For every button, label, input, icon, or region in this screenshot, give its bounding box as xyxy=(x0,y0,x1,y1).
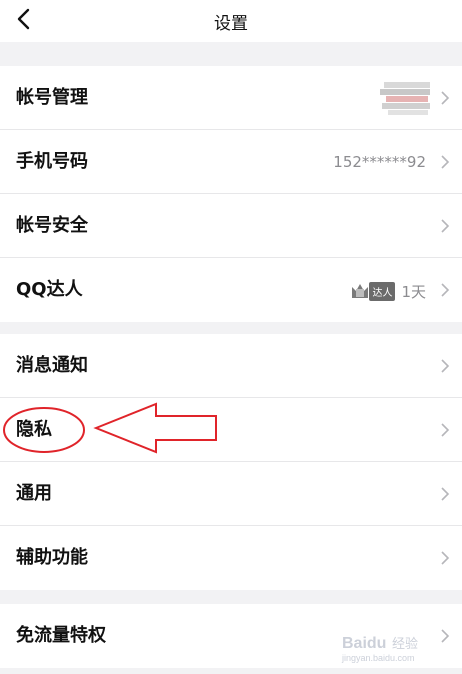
chevron-right-icon xyxy=(441,359,450,373)
baidu-watermark: Baidu 经验 jingyan.baidu.com xyxy=(341,635,418,663)
chevron-right-icon xyxy=(441,219,450,233)
row-label: 辅助功能 xyxy=(16,547,88,568)
badge-days-value: 1天 xyxy=(401,282,426,301)
phone-number-row[interactable]: 手机号码 152******92 xyxy=(0,130,462,194)
watermark-brand: Baidu xyxy=(342,635,386,652)
watermark-url: jingyan.baidu.com xyxy=(341,653,415,663)
navigation-bar: 设置 xyxy=(0,0,462,42)
crown-badge-icon xyxy=(352,284,369,298)
account-security-row[interactable]: 帐号安全 xyxy=(0,194,462,258)
account-avatar-thumbnail xyxy=(378,80,434,116)
account-settings-group: 帐号管理 手机号码 152******92 帐号安全 QQ达人 达人 1天 xyxy=(0,66,462,322)
privacy-row[interactable]: 隐私 xyxy=(0,398,462,462)
account-management-row[interactable]: 帐号管理 xyxy=(0,66,462,130)
qq-master-row[interactable]: QQ达人 达人 1天 xyxy=(0,258,462,322)
general-row[interactable]: 通用 xyxy=(0,462,462,526)
row-label: 免流量特权 xyxy=(16,625,106,646)
row-label: 通用 xyxy=(16,483,52,504)
chevron-right-icon xyxy=(441,551,450,565)
phone-number-value: 152******92 xyxy=(333,153,426,171)
page-title: 设置 xyxy=(214,14,248,34)
watermark-sub: 经验 xyxy=(392,636,418,651)
chevron-right-icon xyxy=(441,155,450,169)
row-label: 帐号安全 xyxy=(16,215,88,236)
notifications-row[interactable]: 消息通知 xyxy=(0,334,462,398)
row-label: 消息通知 xyxy=(16,355,88,376)
chevron-right-icon xyxy=(441,423,450,437)
badge-label: 达人 xyxy=(369,281,396,301)
general-settings-group: 消息通知 隐私 通用 辅助功能 xyxy=(0,334,462,590)
chevron-right-icon xyxy=(441,487,450,501)
accessibility-row[interactable]: 辅助功能 xyxy=(0,526,462,590)
row-label: 隐私 xyxy=(16,419,52,440)
chevron-right-icon xyxy=(441,91,450,105)
chevron-right-icon xyxy=(441,283,450,297)
row-label: QQ达人 xyxy=(16,279,83,300)
row-label: 帐号管理 xyxy=(16,87,88,108)
qq-master-badge: 达人 1天 xyxy=(349,280,426,302)
row-label: 手机号码 xyxy=(16,151,88,172)
